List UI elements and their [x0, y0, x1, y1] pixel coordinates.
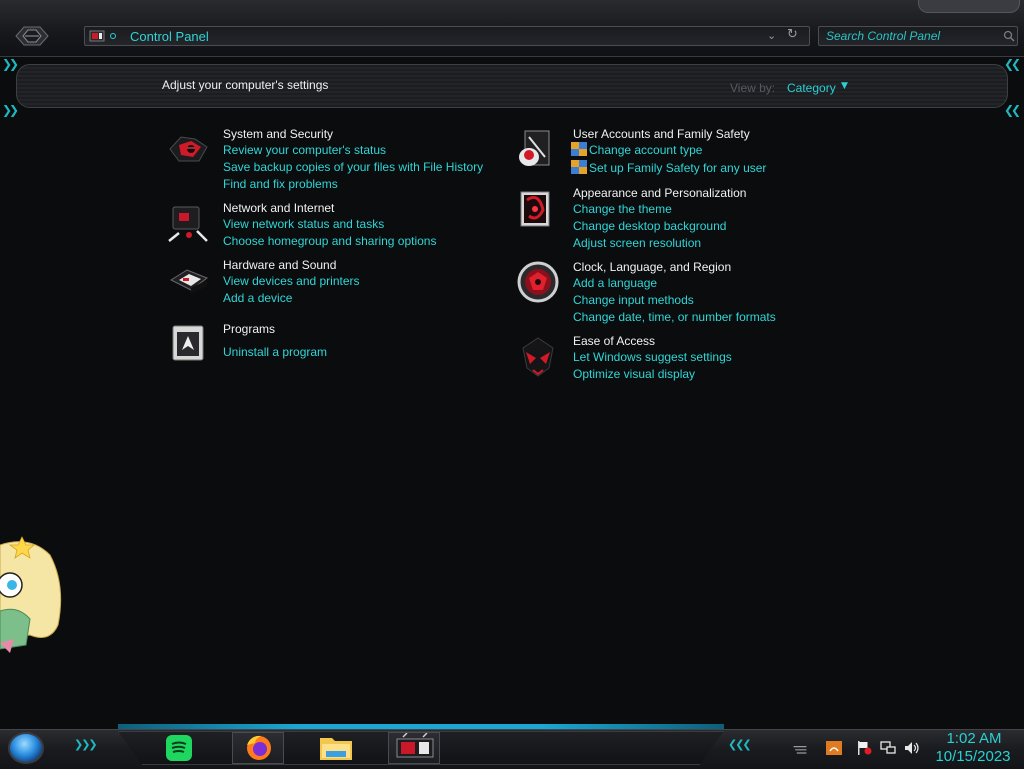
category-title[interactable]: Clock, Language, and Region [573, 260, 731, 274]
link-homegroup[interactable]: Choose homegroup and sharing options [223, 234, 436, 248]
hardware-sound-icon[interactable] [167, 258, 213, 302]
link-optimize-display[interactable]: Optimize visual display [573, 367, 695, 381]
folder-icon [320, 738, 352, 760]
firefox-icon [247, 735, 271, 760]
taskbar-spotify[interactable] [154, 732, 206, 764]
link-suggest-settings[interactable]: Let Windows suggest settings [573, 350, 732, 364]
titlebar-notch [918, 0, 1020, 13]
user-accounts-icon[interactable] [517, 127, 563, 171]
taskbar-control-panel[interactable] [388, 732, 440, 764]
page-title: Adjust your computer's settings [162, 78, 329, 92]
link-file-history[interactable]: Save backup copies of your files with Fi… [223, 160, 483, 174]
link-review-status[interactable]: Review your computer's status [223, 143, 386, 157]
chevron-left-icon: ❮❮❮ [728, 738, 752, 751]
back-forward-icon[interactable] [14, 24, 50, 48]
uac-shield-icon [571, 142, 587, 156]
volume-icon[interactable] [904, 741, 920, 755]
link-input-methods[interactable]: Change input methods [573, 293, 694, 307]
spotify-icon [166, 735, 192, 761]
category-title[interactable]: User Accounts and Family Safety [573, 127, 750, 141]
control-panel-icon [89, 30, 105, 42]
category-title[interactable]: System and Security [223, 127, 333, 141]
taskbar-firefox[interactable] [232, 732, 284, 764]
link-change-account-type[interactable]: Change account type [589, 143, 702, 157]
network-icon[interactable] [880, 741, 896, 755]
category-title[interactable]: Hardware and Sound [223, 258, 336, 272]
clock-date[interactable]: 10/15/2023 [928, 748, 1018, 766]
header-band: Adjust your computer's settings View by:… [16, 64, 1008, 108]
address-bar[interactable]: Control Panel ⌄ ↻ [84, 26, 810, 46]
link-change-theme[interactable]: Change the theme [573, 202, 672, 216]
taskbar-file-explorer[interactable] [310, 732, 362, 764]
java-update-icon[interactable] [826, 741, 842, 755]
category-title[interactable]: Ease of Access [573, 334, 655, 348]
system-security-icon[interactable] [167, 127, 213, 171]
link-devices-printers[interactable]: View devices and printers [223, 274, 360, 288]
link-desktop-background[interactable]: Change desktop background [573, 219, 726, 233]
link-date-time-formats[interactable]: Change date, time, or number formats [573, 310, 776, 324]
chevron-left-icon: ❮❮ [1004, 57, 1021, 71]
link-family-safety[interactable]: Set up Family Safety for any user [589, 161, 766, 175]
search-placeholder: Search Control Panel [826, 29, 941, 43]
category-title[interactable]: Appearance and Personalization [573, 186, 746, 200]
control-panel-icon [396, 732, 434, 758]
action-center-flag-icon[interactable] [856, 741, 872, 755]
network-internet-icon[interactable] [167, 201, 213, 245]
refresh-icon[interactable]: ↻ [787, 27, 798, 42]
category-title[interactable]: Programs [223, 322, 275, 336]
clock-time[interactable]: 1:02 AM [934, 730, 1014, 748]
start-button[interactable] [8, 732, 44, 764]
view-by-label: View by: [730, 81, 776, 95]
cartoon-character-sticker[interactable] [0, 535, 64, 663]
link-network-status[interactable]: View network status and tasks [223, 217, 384, 231]
chevron-right-icon: ❯❯ [2, 57, 19, 71]
link-add-device[interactable]: Add a device [223, 291, 292, 305]
taskbar: ❯❯❯ ❮❮❮ 1:02 AM 10/15/2023 [0, 729, 1024, 769]
link-find-fix-problems[interactable]: Find and fix problems [223, 177, 338, 191]
breadcrumb-control-panel[interactable]: Control Panel [130, 28, 209, 45]
chevron-right-icon: ❯❯ [2, 103, 19, 117]
link-uninstall-program[interactable]: Uninstall a program [223, 345, 327, 359]
view-by-dropdown[interactable]: Category [787, 81, 836, 95]
show-hidden-icons-icon[interactable] [792, 742, 808, 756]
link-add-language[interactable]: Add a language [573, 276, 657, 290]
chevron-right-icon: ❯❯❯ [74, 738, 98, 751]
appearance-personalization-icon[interactable] [517, 186, 563, 230]
chevron-left-icon: ❮❮ [1004, 103, 1021, 117]
ease-of-access-icon[interactable] [517, 334, 563, 378]
search-icon[interactable] [1003, 30, 1015, 42]
window-titlebar: Control Panel ⌄ ↻ Search Control Panel [0, 0, 1024, 57]
category-title[interactable]: Network and Internet [223, 201, 334, 215]
programs-icon[interactable] [167, 322, 213, 366]
address-dropdown-icon[interactable]: ⌄ [767, 29, 776, 42]
clock-language-region-icon[interactable] [517, 260, 563, 304]
dropdown-arrow-icon[interactable]: ▼ [841, 81, 848, 91]
breadcrumb-separator-icon [110, 33, 116, 39]
search-input[interactable]: Search Control Panel [818, 26, 1018, 46]
uac-shield-icon [571, 160, 587, 174]
link-screen-resolution[interactable]: Adjust screen resolution [573, 236, 701, 250]
